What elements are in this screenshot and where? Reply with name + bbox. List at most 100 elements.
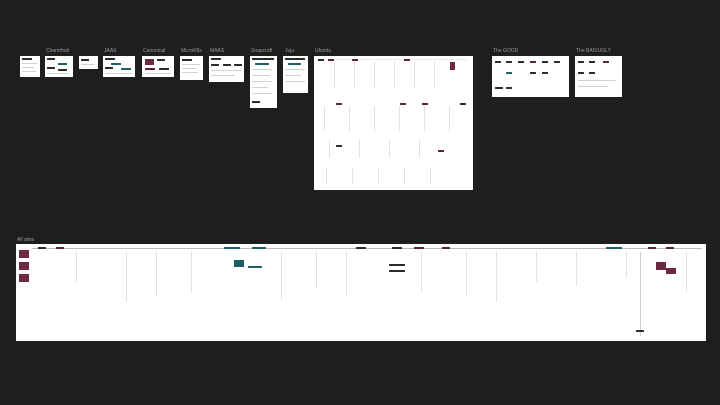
mock-column <box>378 168 379 184</box>
mock-image <box>145 59 154 65</box>
mock-block <box>542 61 548 63</box>
mock-column <box>394 62 395 87</box>
mock-block <box>255 63 269 65</box>
mock-image <box>656 262 666 270</box>
mock-block <box>495 61 501 63</box>
mock-image <box>234 260 244 267</box>
frame-maas[interactable] <box>209 56 244 82</box>
mock-line <box>578 80 616 81</box>
mock-line <box>252 69 272 70</box>
mock-block <box>442 247 450 249</box>
mock-column <box>374 62 375 87</box>
mock-block <box>223 64 231 66</box>
mock-block <box>414 247 424 249</box>
mock-block <box>336 145 342 147</box>
mock-line <box>182 64 200 65</box>
mock-column <box>404 168 405 184</box>
mock-block <box>56 247 64 249</box>
mock-column <box>352 168 353 184</box>
mock-block <box>121 68 131 70</box>
mock-column <box>640 252 641 336</box>
mock-column <box>389 140 390 158</box>
mock-block <box>404 59 410 61</box>
mock-line <box>22 63 37 64</box>
mock-column <box>316 252 317 288</box>
frame-microk8s[interactable] <box>180 56 203 80</box>
mock-column <box>359 140 360 158</box>
mock-column <box>354 62 355 87</box>
frame-label-snapcraft: Snapcraft <box>251 48 273 54</box>
frame-the-bad-ugly[interactable] <box>575 56 622 97</box>
mock-strip <box>32 248 702 249</box>
mock-column <box>156 252 157 296</box>
mock-block <box>542 72 548 74</box>
mock-header <box>211 58 221 60</box>
frame-jaas[interactable] <box>103 56 135 77</box>
mock-column <box>449 106 450 131</box>
mock-column <box>626 252 627 278</box>
mock-block <box>518 61 524 63</box>
frame-untitled-2[interactable] <box>79 56 98 69</box>
mock-column <box>496 252 497 302</box>
mock-line <box>145 73 171 74</box>
mock-line <box>285 69 305 70</box>
mock-header <box>81 59 89 61</box>
mock-image <box>666 268 676 274</box>
mock-block <box>422 103 428 105</box>
frame-label-the-bad-ugly: The BAD/UGLY <box>576 48 611 54</box>
mock-column <box>126 252 127 302</box>
mock-column <box>399 106 400 131</box>
mock-column <box>466 252 467 296</box>
frame-label-the-good: The GOOD <box>493 48 519 54</box>
frame-label-juju: Juju <box>285 48 295 54</box>
mock-column <box>424 106 425 131</box>
frame-label-maas: MAAS <box>210 48 225 54</box>
frame-the-good[interactable] <box>492 56 569 97</box>
mock-block <box>603 61 609 63</box>
mock-block <box>400 103 406 105</box>
mock-column <box>329 140 330 158</box>
mock-line <box>578 86 608 87</box>
mock-block <box>495 87 503 89</box>
mock-block <box>318 59 324 61</box>
mock-block <box>506 61 512 63</box>
mock-block <box>578 61 584 63</box>
mock-block <box>554 61 560 63</box>
mock-column <box>349 106 350 131</box>
mock-block <box>224 247 240 249</box>
mock-column <box>414 62 415 87</box>
frame-juju[interactable] <box>283 56 308 93</box>
frame-label-jaas: JAAS <box>104 48 117 54</box>
frame-snapcraft[interactable] <box>250 56 277 108</box>
frame-ubuntu[interactable] <box>314 56 473 190</box>
mock-block <box>589 61 595 63</box>
mock-line <box>47 73 69 74</box>
mock-line <box>81 64 95 65</box>
mock-column <box>191 252 192 292</box>
mock-block <box>157 59 165 61</box>
mock-block <box>438 150 444 152</box>
mock-block <box>578 72 584 74</box>
mock-block <box>47 67 55 69</box>
frame-canonical[interactable] <box>142 56 174 77</box>
frame-untitled[interactable] <box>20 56 40 77</box>
mock-block <box>530 61 536 63</box>
frame-all-sites[interactable] <box>16 244 706 341</box>
frame-label-all-sites: All sites <box>17 237 35 243</box>
mock-line <box>182 68 196 69</box>
mock-column <box>326 168 327 184</box>
mock-line <box>317 59 467 60</box>
mock-line <box>252 81 272 82</box>
mock-column <box>421 252 422 292</box>
mock-header <box>47 58 55 60</box>
mock-block <box>392 247 402 249</box>
mock-column <box>536 252 537 282</box>
mock-block <box>506 72 512 74</box>
mock-header <box>22 58 32 60</box>
frame-charmhub[interactable] <box>45 56 73 77</box>
mock-block <box>636 330 644 332</box>
mock-block <box>336 103 342 105</box>
mock-block <box>506 87 512 89</box>
mock-column <box>430 168 431 184</box>
mock-block <box>288 63 301 65</box>
